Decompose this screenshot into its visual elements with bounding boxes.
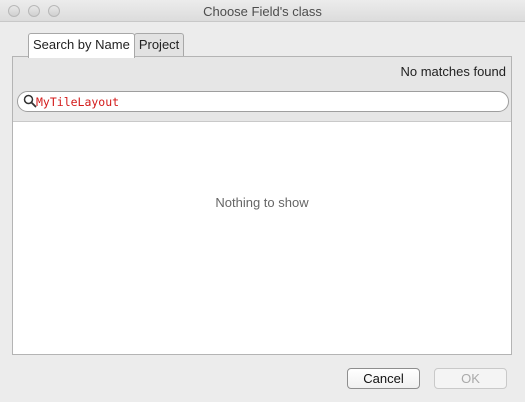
tab-search-by-name[interactable]: Search by Name [28, 33, 135, 58]
tab-project[interactable]: Project [133, 33, 185, 57]
results-list[interactable]: Nothing to show [13, 121, 511, 354]
tab-panel: No matches found Nothing to show [12, 56, 512, 355]
search-icon [23, 94, 37, 108]
cancel-button[interactable]: Cancel [347, 368, 420, 389]
ok-button[interactable]: OK [434, 368, 507, 389]
title-bar: Choose Field's class [0, 0, 525, 22]
empty-message: Nothing to show [215, 195, 309, 210]
search-field[interactable] [17, 91, 509, 112]
tab-bar: Search by Name Project [28, 33, 185, 58]
window-title: Choose Field's class [203, 4, 322, 19]
dialog-window: Choose Field's class Search by Name Proj… [0, 0, 525, 402]
search-input[interactable] [36, 93, 496, 110]
match-status: No matches found [400, 64, 506, 79]
